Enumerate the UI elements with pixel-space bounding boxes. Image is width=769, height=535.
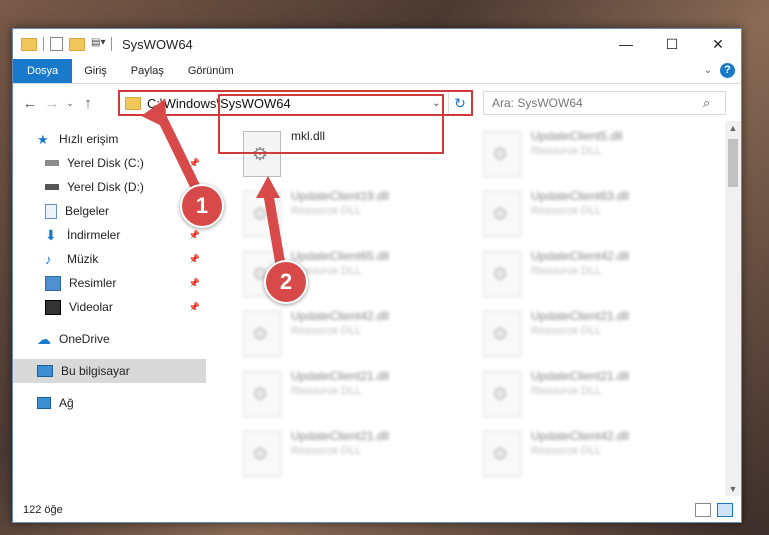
arrow-to-file: [263, 187, 285, 267]
callout-badge-2: 2: [264, 260, 308, 304]
callout-arrows: [141, 98, 285, 267]
callout-badge-1: 1: [180, 184, 224, 228]
arrow-head: [256, 176, 280, 198]
arrow-head: [141, 98, 167, 129]
